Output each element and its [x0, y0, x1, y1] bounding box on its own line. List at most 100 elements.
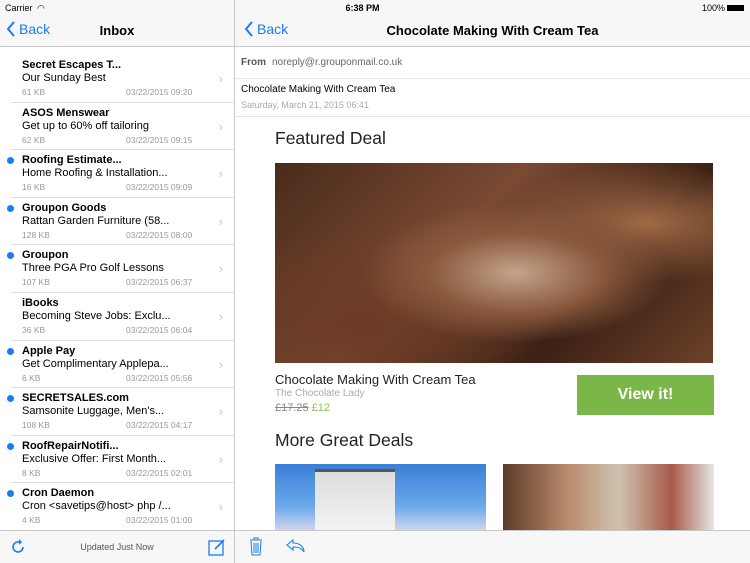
sender: ASOS Menswear [22, 106, 110, 119]
date: 03/22/2015 04:17 [126, 420, 193, 431]
new-price: £12 [311, 402, 331, 414]
merchant-name: The Chocolate Lady [275, 388, 365, 399]
sender: Cron Daemon [22, 487, 95, 500]
message-panel: 6:38 PM 100% Back Chocolate Making With … [235, 0, 750, 563]
unread-indicator [7, 442, 14, 450]
date: 03/22/2015 09:15 [126, 134, 193, 145]
sender: Groupon Goods [22, 201, 107, 214]
message-navbar: 6:38 PM 100% Back Chocolate Making With … [235, 0, 750, 47]
unread-indicator [7, 395, 14, 403]
sender: RoofRepairNotifi... [22, 439, 119, 452]
subject: Get up to 60% off tailoring [22, 119, 149, 132]
size: 8 KB [22, 467, 41, 478]
sender: Apple Pay [22, 344, 76, 357]
subject: Cron <savetips@host> php /... [22, 500, 171, 513]
subject: Our Sunday Best [22, 72, 106, 84]
from-row: From noreply@r.grouponmail.co.uk [235, 47, 750, 79]
clock: 6:38 PM [345, 3, 380, 13]
subject: Rattan Garden Furniture (58... [22, 214, 170, 227]
subject: Get Complimentary Applepa... [22, 357, 169, 370]
date: 03/22/2015 01:00 [126, 515, 193, 526]
chevron-right-icon: › [218, 118, 223, 134]
chevron-right-icon: › [218, 356, 223, 372]
size: 62 KB [22, 134, 46, 145]
inbox-toolbar: Updated Just Now [0, 530, 234, 563]
chevron-right-icon: › [218, 261, 223, 277]
deal-image-classroom[interactable] [503, 464, 714, 534]
date: 03/22/2015 05:56 [126, 372, 193, 383]
message-row[interactable]: ASOS Menswear Get up to 60% off tailorin… [11, 103, 234, 151]
from-address[interactable]: noreply@r.grouponmail.co.uk [272, 57, 402, 68]
sender: iBooks [22, 296, 59, 309]
more-deals-heading: More Great Deals [275, 430, 414, 450]
unread-indicator [7, 490, 14, 498]
chevron-right-icon: › [218, 213, 223, 229]
deal-title[interactable]: Chocolate Making With Cream Tea [275, 372, 476, 387]
deal-image-airport[interactable] [275, 464, 486, 534]
message-row[interactable]: Groupon Three PGA Pro Golf Lessons 107 K… [7, 245, 234, 293]
message-row[interactable]: RoofRepairNotifi... Exclusive Offer: Fir… [7, 436, 234, 484]
battery-label: 100% [701, 3, 725, 13]
subject: Home Roofing & Installation... [22, 167, 168, 180]
size: 6 KB [22, 372, 41, 383]
subject: Samsonite Luggage, Men's... [22, 405, 165, 418]
date: 03/22/2015 09:09 [126, 182, 193, 193]
battery-icon [727, 5, 744, 11]
message-date: Saturday, March 21, 2015 06:41 [241, 100, 369, 110]
message-title: Chocolate Making With Cream Tea [386, 23, 599, 38]
compose-icon[interactable] [208, 538, 226, 556]
update-status: Updated Just Now [80, 542, 154, 552]
size: 16 KB [22, 182, 46, 193]
sender: Roofing Estimate... [22, 154, 122, 167]
unread-indicator [7, 347, 14, 355]
message-row[interactable]: Secret Escapes T... Our Sunday Best 61 K… [11, 55, 234, 103]
carrier-label: Carrier [5, 3, 33, 13]
message-row[interactable]: Cron Daemon Cron <savetips@host> php /..… [7, 483, 234, 531]
size: 128 KB [22, 229, 50, 240]
date: 03/22/2015 09:20 [126, 87, 193, 97]
message-row[interactable]: SECRETSALES.com Samsonite Luggage, Men's… [7, 388, 234, 436]
sender: Secret Escapes T... [22, 59, 122, 71]
message-row[interactable]: iBooks Becoming Steve Jobs: Exclu... 36 … [11, 293, 234, 341]
featured-heading: Featured Deal [275, 128, 386, 148]
wifi-icon: ◠ [37, 3, 45, 13]
size: 61 KB [22, 87, 46, 97]
message-row[interactable]: Apple Pay Get Complimentary Applepa... 6… [7, 341, 234, 389]
sender: Groupon [22, 249, 69, 262]
chevron-right-icon: › [218, 499, 223, 515]
trash-icon[interactable] [249, 537, 263, 556]
featured-deal-image[interactable] [275, 163, 713, 363]
subject: Exclusive Offer: First Month... [22, 452, 167, 465]
size: 4 KB [22, 515, 41, 526]
view-it-button[interactable]: View it! [577, 375, 714, 415]
from-label: From [241, 57, 266, 68]
message-row[interactable]: Roofing Estimate... Home Roofing & Insta… [7, 150, 234, 198]
chevron-right-icon: › [218, 166, 223, 182]
size: 107 KB [22, 277, 50, 288]
chevron-right-icon: › [218, 308, 223, 324]
message-list: Secret Escapes T... Our Sunday Best 61 K… [0, 55, 234, 531]
date: 03/22/2015 08:00 [126, 229, 193, 240]
chevron-right-icon: › [218, 451, 223, 467]
deal-price: £17.25 £12 [275, 402, 330, 414]
message-row[interactable]: Groupon Goods Rattan Garden Furniture (5… [7, 198, 234, 246]
inbox-navbar: Carrier ◠ Back Inbox [0, 0, 234, 47]
size: 36 KB [22, 324, 46, 335]
chevron-right-icon: › [218, 404, 223, 420]
subject: Three PGA Pro Golf Lessons [22, 262, 164, 275]
subject-row: Chocolate Making With Cream Tea Saturday,… [235, 79, 750, 117]
unread-indicator [7, 157, 14, 165]
inbox-title: Inbox [99, 23, 135, 38]
chevron-right-icon: › [218, 71, 223, 86]
old-price: £17.25 [275, 402, 309, 414]
sender: SECRETSALES.com [22, 392, 129, 405]
message-toolbar [235, 530, 750, 563]
subject: Chocolate Making With Cream Tea [241, 84, 396, 95]
subject: Becoming Steve Jobs: Exclu... [22, 309, 171, 322]
date: 03/22/2015 02:01 [126, 467, 193, 478]
reply-icon[interactable] [286, 539, 306, 553]
inbox-panel: Carrier ◠ Back Inbox Secret Escapes T...… [0, 0, 235, 563]
size: 108 KB [22, 420, 50, 431]
unread-indicator [7, 252, 14, 260]
date: 03/22/2015 06:37 [126, 277, 193, 288]
